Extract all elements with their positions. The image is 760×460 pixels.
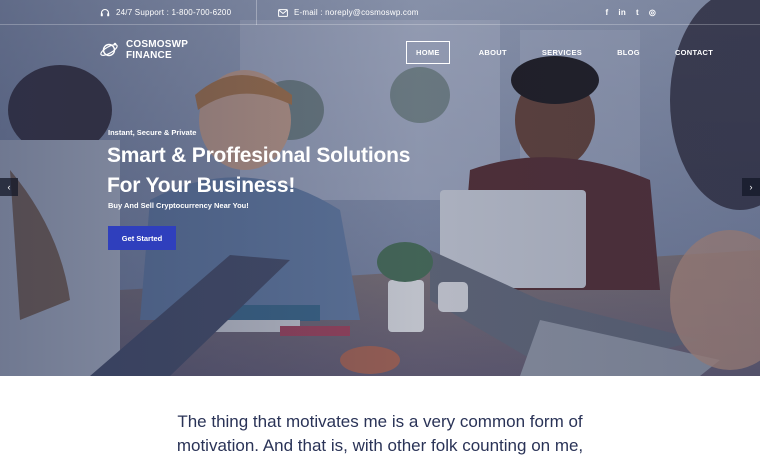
chevron-left-icon: ‹: [7, 182, 11, 192]
nav-item-contact[interactable]: CONTACT: [666, 41, 722, 64]
topbar-divider: [256, 0, 257, 25]
nav-item-about[interactable]: ABOUT: [470, 41, 516, 64]
twitter-icon[interactable]: t: [636, 8, 639, 17]
nav-item-blog[interactable]: BLOG: [608, 41, 649, 64]
hero-slider: 24/7 Support : 1-800-700-6200 E-mail : n…: [0, 0, 760, 376]
logo-planet-icon: [100, 42, 118, 57]
hero-headline-line-1: Smart & Proffesional Solutions: [107, 144, 411, 167]
main-nav: HOME ABOUT SERVICES BLOG CONTACT: [406, 41, 739, 64]
social-links: f in t ◎: [606, 0, 656, 25]
slider-prev-button[interactable]: ‹: [0, 178, 18, 196]
facebook-icon[interactable]: f: [606, 8, 609, 17]
slider-next-button[interactable]: ›: [742, 178, 760, 196]
hero-headline: Smart & Proffesional Solutions For Your …: [107, 141, 487, 201]
envelope-icon: [278, 8, 288, 17]
logo-line-1: COSMOSWP: [126, 39, 189, 50]
hero-eyebrow: Instant, Secure & Private: [108, 128, 197, 137]
logo-text: COSMOSWP FINANCE: [126, 39, 188, 61]
email-info[interactable]: E-mail : noreply@cosmoswp.com: [278, 0, 419, 25]
motivation-quote: The thing that motivates me is a very co…: [0, 410, 760, 458]
support-info: 24/7 Support : 1-800-700-6200: [100, 0, 231, 25]
nav-item-services[interactable]: SERVICES: [533, 41, 591, 64]
top-bar: 24/7 Support : 1-800-700-6200 E-mail : n…: [0, 0, 760, 25]
site-logo[interactable]: COSMOSWP FINANCE: [99, 39, 188, 61]
instagram-icon[interactable]: ◎: [649, 8, 656, 17]
linkedin-icon[interactable]: in: [618, 8, 626, 17]
email-text[interactable]: E-mail : noreply@cosmoswp.com: [294, 8, 419, 17]
support-text: 24/7 Support : 1-800-700-6200: [116, 8, 232, 17]
hero-headline-line-2: For Your Business!: [107, 174, 296, 197]
quote-line-2: motivation. And that is, with other folk…: [176, 436, 584, 455]
headset-icon: [100, 8, 110, 16]
chevron-right-icon: ›: [749, 182, 753, 192]
quote-line-1: The thing that motivates me is a very co…: [177, 412, 583, 431]
hero-subline: Buy And Sell Cryptocurrency Near You!: [108, 201, 249, 210]
get-started-button[interactable]: Get Started: [108, 226, 176, 250]
logo-line-2: FINANCE: [126, 50, 172, 61]
nav-item-home[interactable]: HOME: [406, 41, 450, 64]
